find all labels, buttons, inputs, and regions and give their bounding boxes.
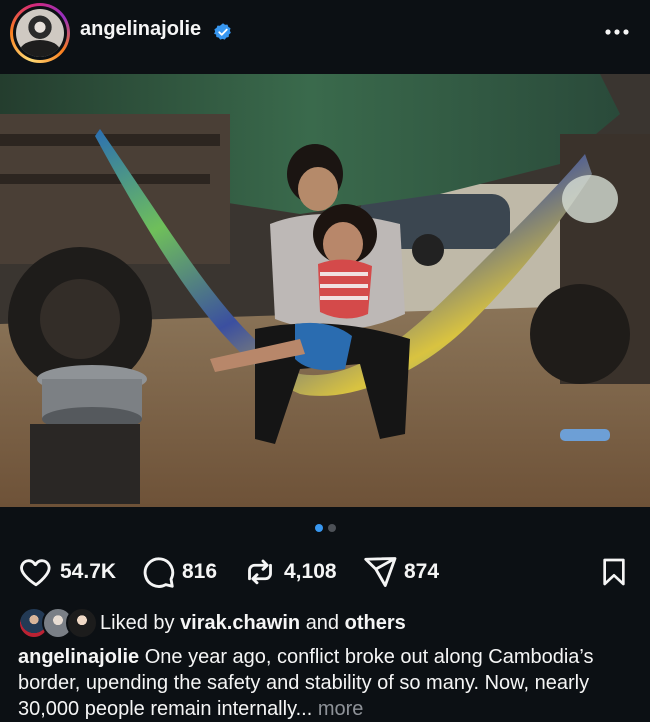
heart-icon <box>20 559 51 587</box>
repost-count: 4,108 <box>284 560 337 583</box>
comment-count: 816 <box>182 560 218 583</box>
avatar-image <box>16 9 64 57</box>
carousel-dot-active <box>314 524 323 532</box>
like-button[interactable]: 54.7K <box>18 550 116 594</box>
share-button[interactable]: 874 <box>362 550 439 594</box>
post-photo[interactable] <box>0 74 650 507</box>
bookmark-icon[interactable] <box>598 555 630 589</box>
liker-avatars <box>18 607 98 639</box>
action-bar: 54.7K 816 4,108 874 <box>0 550 650 594</box>
caption-username[interactable]: angelinajolie <box>18 646 139 668</box>
repost-icon <box>248 559 272 585</box>
liked-by-prefix: Liked by <box>100 611 175 634</box>
photo-illustration <box>0 74 650 507</box>
liked-by-user[interactable]: virak.chawin <box>180 612 300 634</box>
repost-button[interactable]: 4,108 <box>242 550 337 594</box>
more-options-icon[interactable] <box>604 22 630 42</box>
profile-avatar[interactable] <box>10 3 70 63</box>
carousel-indicator <box>0 524 650 534</box>
comment-icon <box>143 557 175 588</box>
caption-more-link[interactable]: more <box>318 698 364 720</box>
share-count: 874 <box>404 560 440 583</box>
liked-by-conjunction: and <box>305 611 340 634</box>
post-header: angelinajolie <box>0 0 650 70</box>
liked-by-text: Liked by virak.chawin and others <box>100 612 406 635</box>
post-caption: angelinajolie One year ago, conflict bro… <box>18 644 634 722</box>
like-count: 54.7K <box>60 560 117 583</box>
send-icon <box>364 557 397 587</box>
comment-button[interactable]: 816 <box>140 550 217 594</box>
carousel-dot <box>327 524 336 532</box>
verified-badge-icon <box>214 23 231 40</box>
liked-by-row[interactable]: Liked by virak.chawin and others <box>18 606 638 640</box>
post-username[interactable]: angelinajolie <box>80 18 201 41</box>
avatar <box>66 607 98 639</box>
liked-by-others[interactable]: others <box>345 612 406 634</box>
